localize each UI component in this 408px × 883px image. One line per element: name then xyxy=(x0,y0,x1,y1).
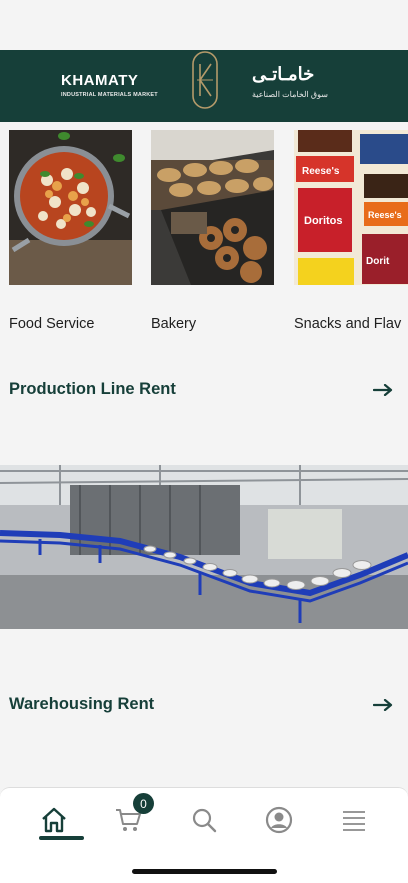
active-tab-indicator xyxy=(39,836,84,840)
warehousing-rent-title[interactable]: Warehousing Rent xyxy=(9,695,154,714)
svg-text:Reese's: Reese's xyxy=(302,166,340,177)
svg-text:Dorit: Dorit xyxy=(366,256,390,267)
bakery-display-image xyxy=(151,130,274,285)
svg-text:Reese's: Reese's xyxy=(368,210,402,220)
brand-name-arabic: خامـاتـى xyxy=(252,64,315,84)
bottom-navigation: 0 xyxy=(0,787,408,883)
search-icon[interactable] xyxy=(184,804,224,836)
category-label: Snacks and Flav xyxy=(294,316,402,332)
category-card[interactable]: Food Service xyxy=(9,130,132,332)
brand-tagline: INDUSTRIAL MATERIALS MARKET xyxy=(61,92,158,98)
svg-text:Doritos: Doritos xyxy=(304,215,343,227)
brand-tagline-arabic: سوق الخامات الصناعية xyxy=(252,90,328,99)
account-icon[interactable] xyxy=(259,804,299,836)
menu-icon[interactable] xyxy=(334,804,374,836)
production-line-rent-title[interactable]: Production Line Rent xyxy=(9,380,176,399)
brand-logo-icon xyxy=(192,51,218,109)
home-icon[interactable] xyxy=(34,804,74,836)
food-bowl-image xyxy=(9,130,132,285)
home-indicator-bar xyxy=(132,869,277,874)
category-card[interactable]: Bakery xyxy=(151,130,274,332)
snacks-image: Reese's Doritos Reese's Dorit xyxy=(294,130,408,285)
production-line-image[interactable] xyxy=(0,465,408,629)
category-label: Food Service xyxy=(9,316,95,332)
brand-banner: KHAMATY INDUSTRIAL MATERIALS MARKET خامـ… xyxy=(0,50,408,122)
category-carousel[interactable]: Food Service Bakery Reese's Doritos Rees… xyxy=(0,130,408,340)
brand-name: KHAMATY xyxy=(61,72,139,89)
category-label: Bakery xyxy=(151,316,197,332)
arrow-right-icon[interactable] xyxy=(373,384,393,396)
category-card[interactable]: Reese's Doritos Reese's Dorit Snacks and… xyxy=(294,130,408,332)
arrow-right-icon[interactable] xyxy=(373,699,393,711)
cart-count-badge: 0 xyxy=(133,793,154,814)
